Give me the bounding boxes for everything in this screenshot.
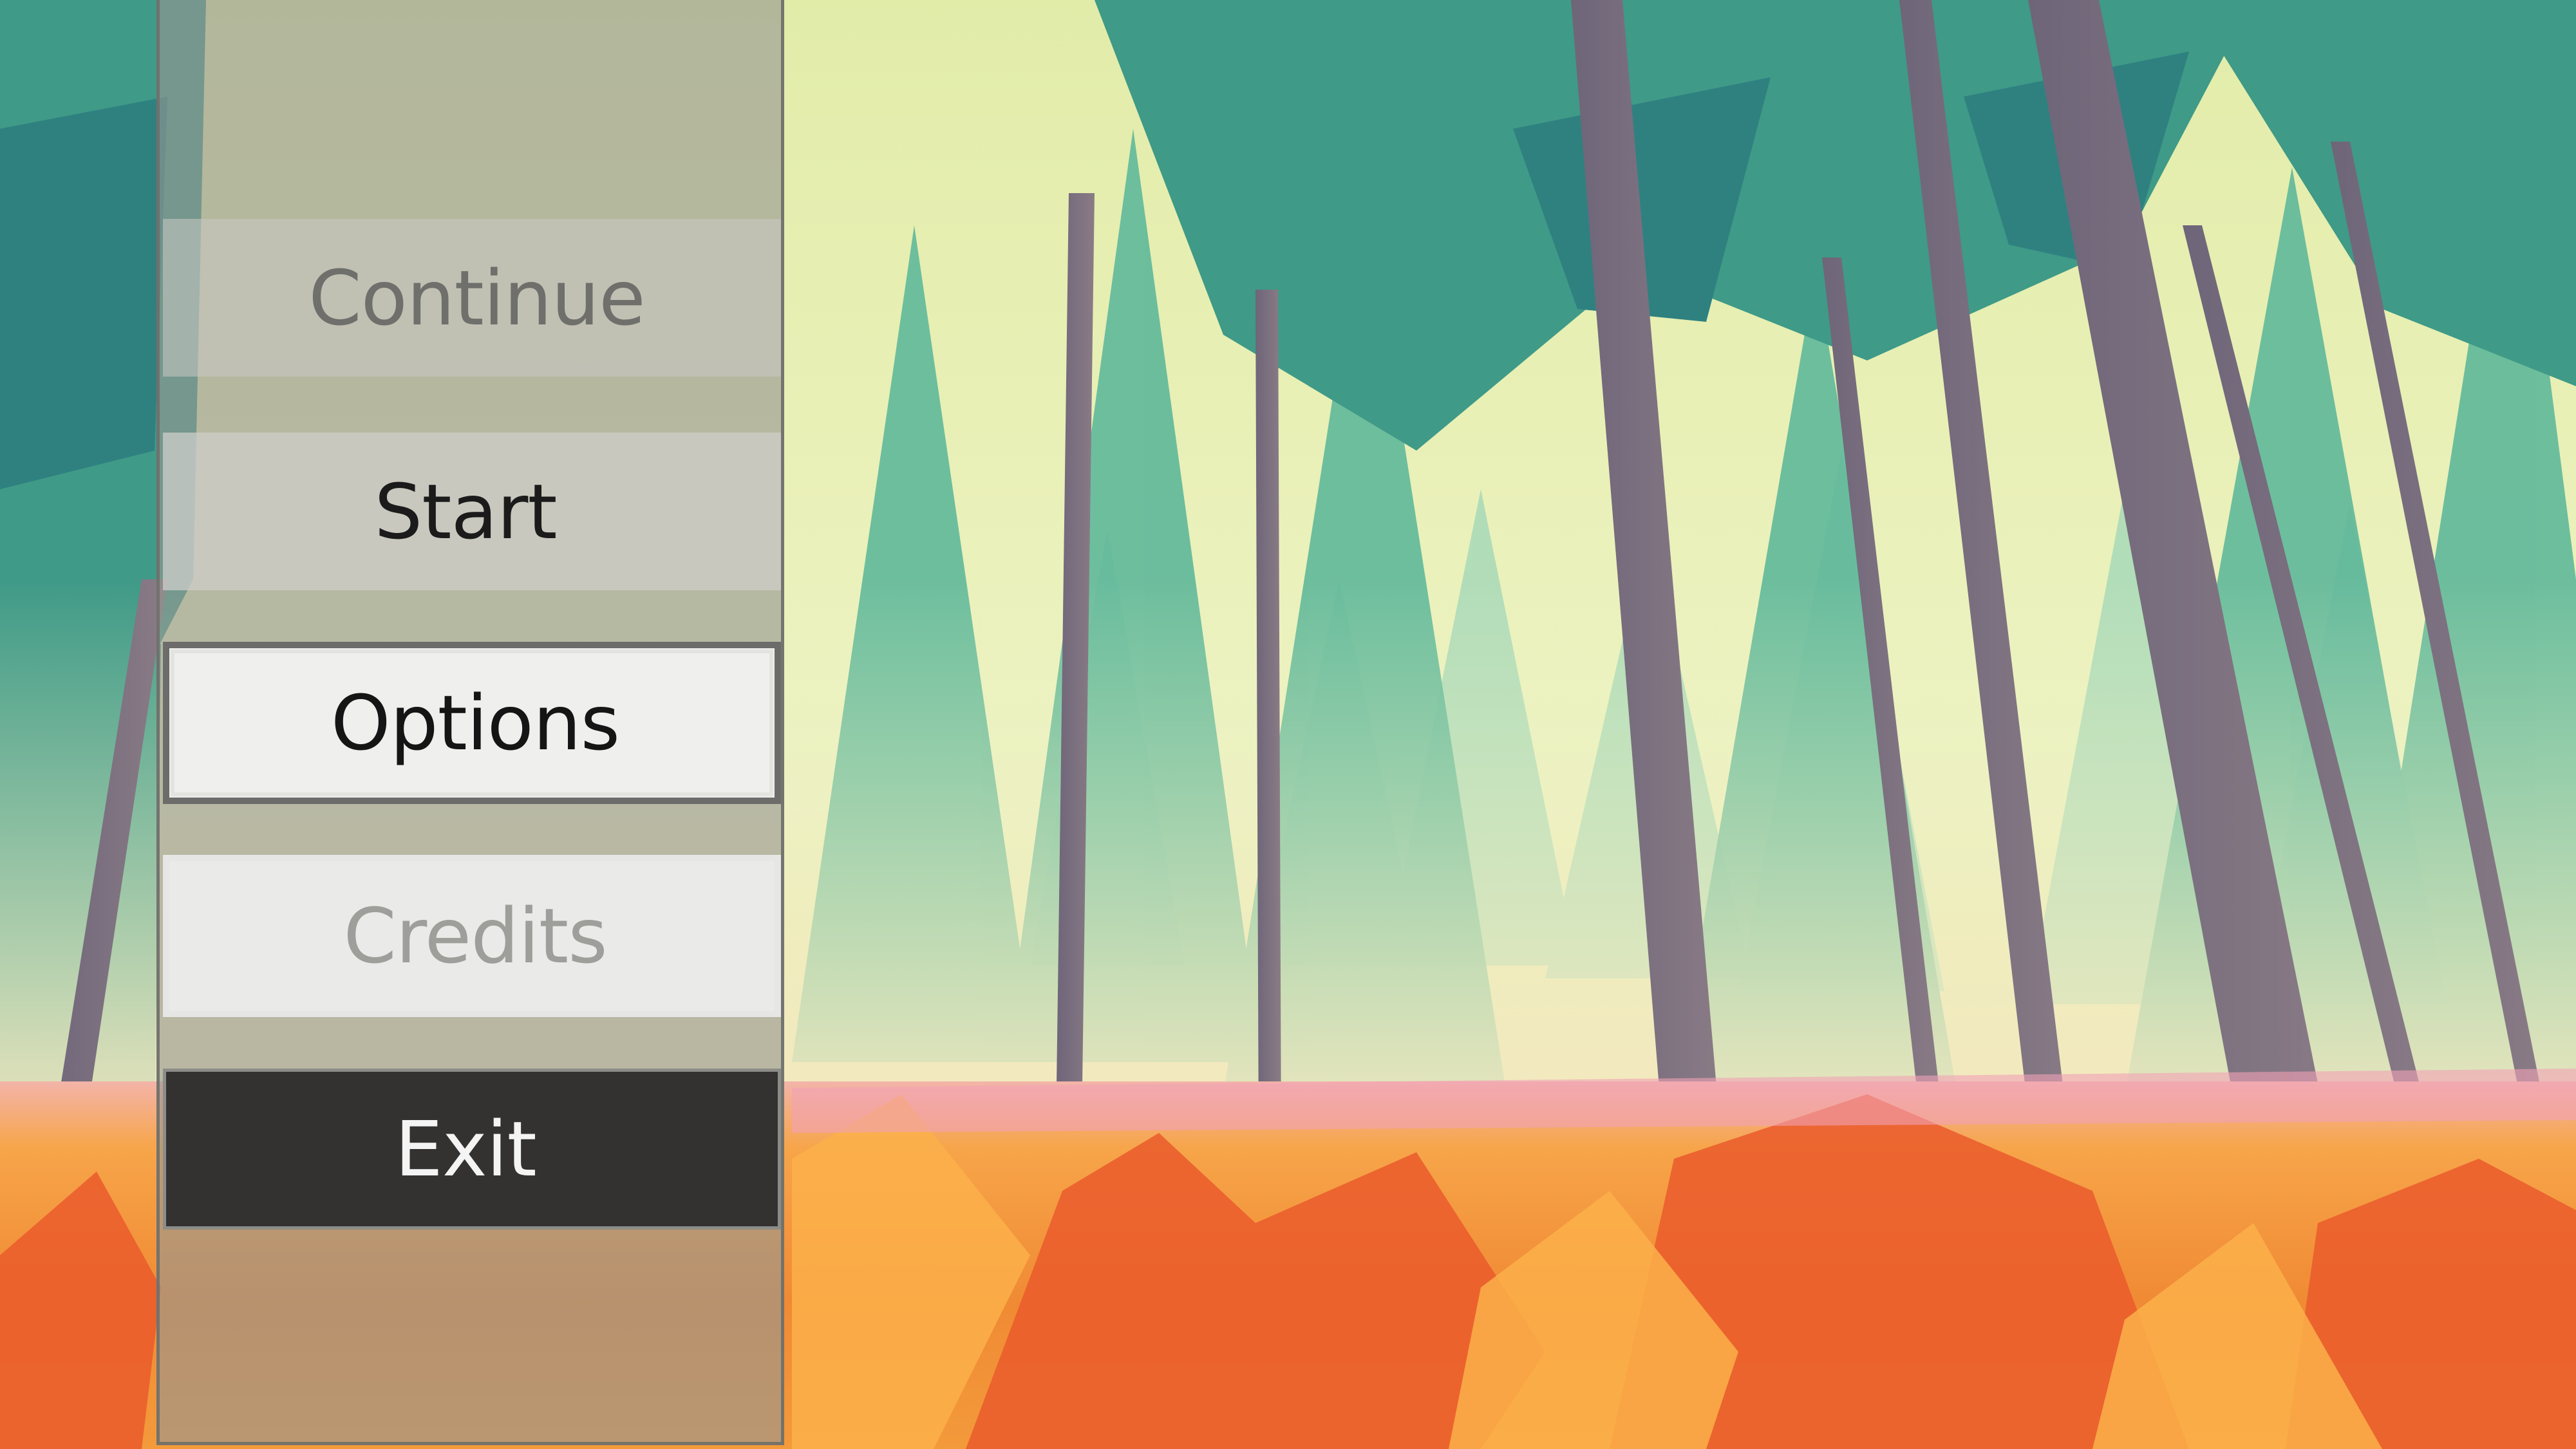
options-button[interactable]: Options [163, 642, 781, 804]
start-button[interactable]: Start [163, 433, 781, 590]
continue-label: Continue [308, 253, 646, 342]
game-screen: Continue Start Options Credits Exit [0, 0, 2576, 1449]
exit-label: Exit [395, 1105, 536, 1193]
start-label: Start [374, 467, 557, 556]
credits-button[interactable]: Credits [163, 855, 781, 1017]
main-menu-panel: Continue Start Options Credits Exit [156, 0, 784, 1445]
continue-button[interactable]: Continue [163, 219, 781, 377]
credits-label: Credits [343, 892, 607, 980]
options-label: Options [330, 678, 620, 767]
exit-button[interactable]: Exit [163, 1069, 781, 1229]
